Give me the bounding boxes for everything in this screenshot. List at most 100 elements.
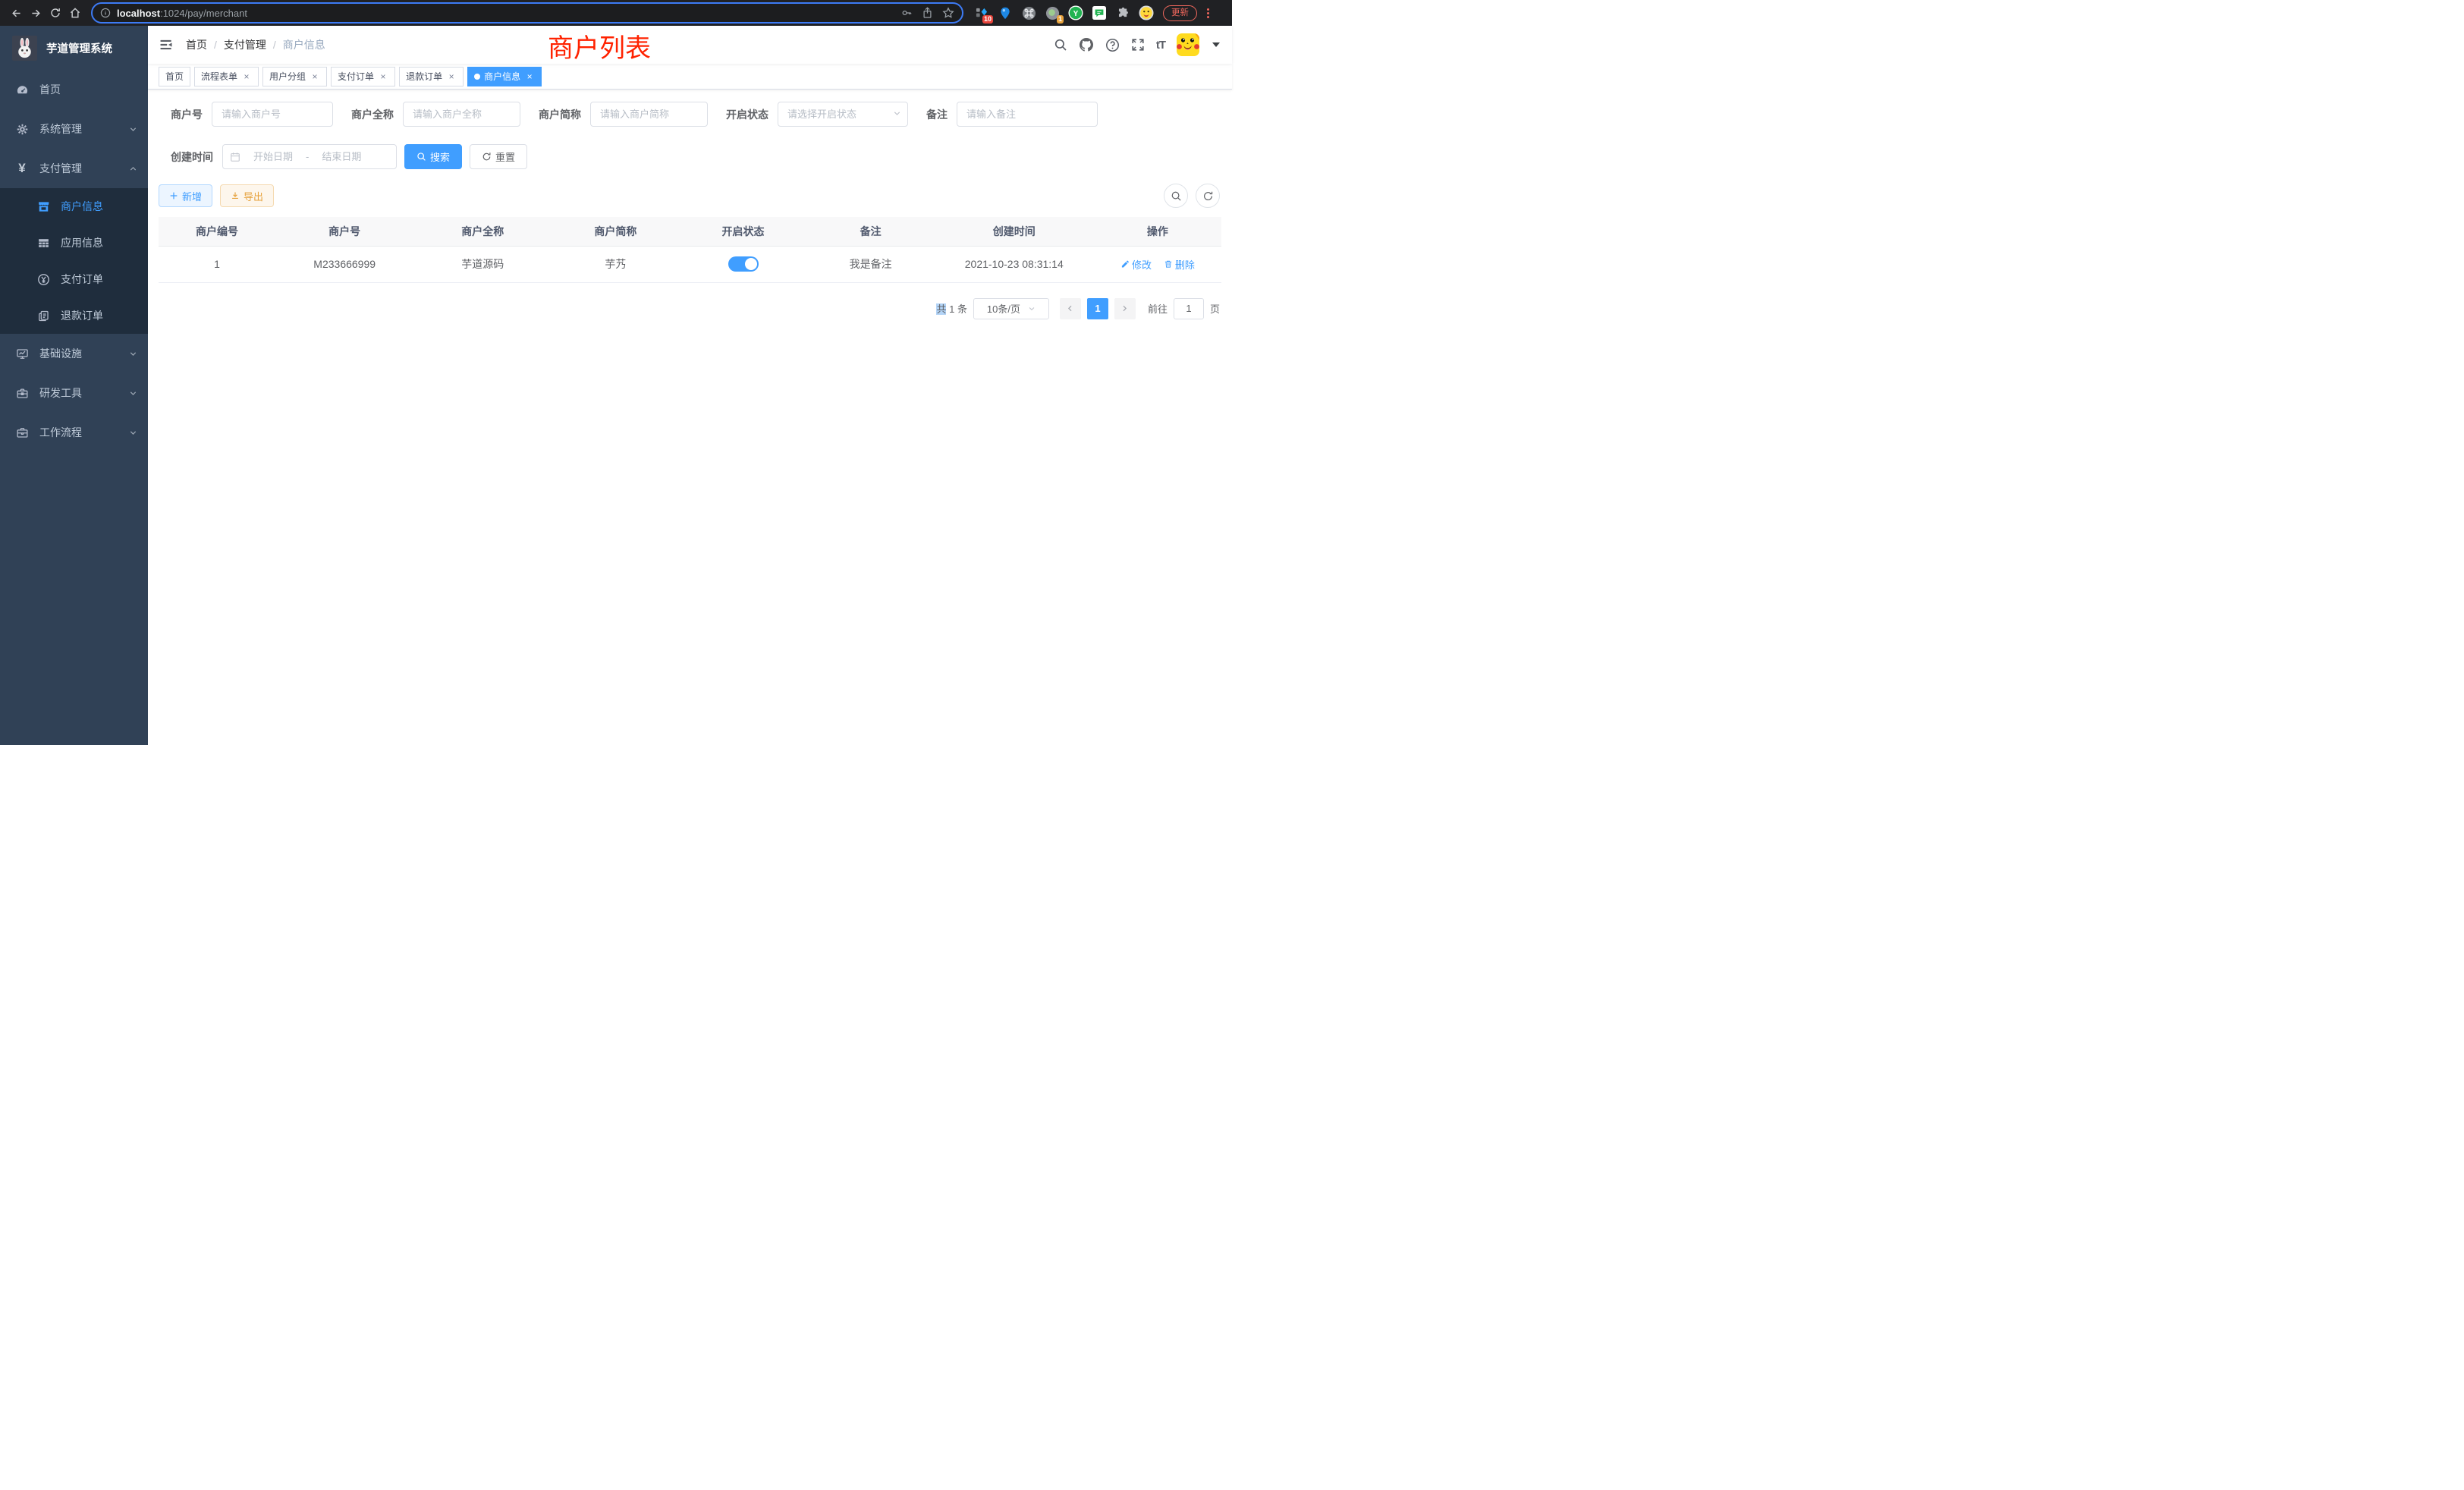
reset-button[interactable]: 重置 bbox=[470, 144, 527, 169]
avatar-caret-icon[interactable] bbox=[1212, 42, 1220, 47]
table-toolbar: 新增 导出 bbox=[159, 184, 1221, 208]
url-host: localhost bbox=[117, 8, 160, 19]
cell-remark: 我是备注 bbox=[807, 246, 935, 282]
dashboard-gauge-icon bbox=[15, 83, 29, 96]
sidebar-item-workflow[interactable]: 工作流程 bbox=[0, 413, 148, 452]
browser-extensions: 10 1 Y bbox=[974, 5, 1154, 20]
close-icon[interactable]: × bbox=[310, 71, 320, 82]
sidebar-item-app-info[interactable]: 应用信息 bbox=[0, 225, 148, 261]
tag-pay-order[interactable]: 支付订单× bbox=[331, 67, 395, 86]
extension-y-icon[interactable]: Y bbox=[1068, 5, 1083, 20]
show-search-toggle-button[interactable] bbox=[1164, 184, 1188, 208]
sidebar-collapse-icon[interactable] bbox=[159, 37, 174, 52]
tag-home[interactable]: 首页 bbox=[159, 67, 190, 86]
sidebar-item-refund-order[interactable]: 退款订单 bbox=[0, 297, 148, 334]
date-start-input[interactable] bbox=[244, 151, 303, 162]
url-path: :1024/pay/merchant bbox=[160, 8, 247, 19]
font-size-icon[interactable]: tT bbox=[1156, 39, 1165, 52]
briefcase-icon bbox=[15, 426, 29, 439]
prev-page-button[interactable] bbox=[1060, 298, 1081, 319]
tag-process-form[interactable]: 流程表单× bbox=[194, 67, 259, 86]
navbar-tools: tT bbox=[1054, 33, 1220, 56]
sidebar-item-system[interactable]: 系统管理 bbox=[0, 109, 148, 149]
tags-view-bar: 首页 流程表单× 用户分组× 支付订单× 退款订单× 商户信息× bbox=[148, 64, 1232, 90]
page-number-button[interactable]: 1 bbox=[1087, 298, 1108, 319]
sidebar-item-payment[interactable]: ¥ 支付管理 bbox=[0, 149, 148, 188]
svg-text:Y: Y bbox=[1073, 10, 1079, 18]
table-row: 1 M233666999 芋道源码 芋艿 我是备注 2021-10-23 08:… bbox=[159, 246, 1221, 282]
user-avatar[interactable] bbox=[1177, 33, 1199, 56]
search-icon bbox=[416, 152, 426, 162]
bookmark-star-icon[interactable] bbox=[942, 7, 954, 19]
page-size-select[interactable]: 10条/页 bbox=[973, 298, 1049, 319]
short-name-input[interactable] bbox=[590, 102, 708, 127]
extensions-puzzle-icon[interactable] bbox=[1115, 5, 1130, 20]
share-icon[interactable] bbox=[922, 7, 933, 19]
browser-reload-icon[interactable] bbox=[46, 3, 65, 23]
cell-short-name: 芋艿 bbox=[552, 246, 679, 282]
delete-button[interactable]: 删除 bbox=[1164, 257, 1195, 272]
col-short-name: 商户简称 bbox=[552, 217, 679, 246]
chevron-down-icon bbox=[129, 125, 137, 134]
tag-user-group[interactable]: 用户分组× bbox=[262, 67, 327, 86]
tag-refund-order[interactable]: 退款订单× bbox=[399, 67, 464, 86]
sidebar-item-label: 工作流程 bbox=[39, 425, 82, 440]
cell-status bbox=[679, 246, 806, 282]
sidebar-item-merchant-info[interactable]: 商户信息 bbox=[0, 188, 148, 225]
extension-command-icon[interactable] bbox=[1021, 5, 1036, 20]
browser-update-button[interactable]: 更新 bbox=[1163, 5, 1197, 21]
sidebar-item-home[interactable]: 首页 bbox=[0, 70, 148, 109]
sidebar-item-label: 支付管理 bbox=[39, 161, 82, 176]
sidebar-item-dev-tools[interactable]: 研发工具 bbox=[0, 373, 148, 413]
date-end-input[interactable] bbox=[312, 151, 371, 162]
edit-button[interactable]: 修改 bbox=[1120, 257, 1152, 272]
refresh-table-button[interactable] bbox=[1196, 184, 1220, 208]
sidebar-item-pay-order[interactable]: 支付订单 bbox=[0, 261, 148, 297]
grid-table-icon bbox=[36, 237, 50, 250]
status-select[interactable] bbox=[778, 102, 908, 127]
extension-blocks-icon[interactable]: 10 bbox=[974, 5, 989, 20]
profile-avatar-icon[interactable] bbox=[1139, 5, 1154, 20]
remark-label: 备注 bbox=[926, 107, 948, 122]
remark-input[interactable] bbox=[957, 102, 1098, 127]
header-search-icon[interactable] bbox=[1054, 38, 1067, 52]
breadcrumb-payment[interactable]: 支付管理 bbox=[224, 37, 266, 52]
goto-label: 前往 bbox=[1148, 301, 1168, 316]
extension-chat-icon[interactable] bbox=[1092, 5, 1107, 20]
browser-forward-icon[interactable] bbox=[26, 3, 46, 23]
export-button[interactable]: 导出 bbox=[220, 184, 274, 207]
goto-page-input[interactable] bbox=[1174, 298, 1204, 319]
sidebar-logo[interactable]: 芋道管理系统 bbox=[0, 26, 148, 70]
extension-pin-icon[interactable] bbox=[998, 5, 1013, 20]
trash-icon bbox=[1164, 259, 1173, 269]
page-info-icon[interactable] bbox=[100, 8, 111, 18]
full-name-input[interactable] bbox=[403, 102, 520, 127]
close-icon[interactable]: × bbox=[524, 71, 535, 82]
table-header-row: 商户编号 商户号 商户全称 商户简称 开启状态 备注 创建时间 操作 bbox=[159, 217, 1221, 246]
create-time-range-picker[interactable]: - bbox=[222, 144, 397, 169]
browser-menu-icon[interactable] bbox=[1203, 7, 1212, 20]
extension-recorder-icon[interactable]: 1 bbox=[1045, 5, 1060, 20]
fullscreen-icon[interactable] bbox=[1131, 38, 1145, 52]
close-icon[interactable]: × bbox=[446, 71, 457, 82]
close-icon[interactable]: × bbox=[241, 71, 252, 82]
sidebar-item-infrastructure[interactable]: 基础设施 bbox=[0, 334, 148, 373]
sidebar-item-label: 商户信息 bbox=[61, 199, 103, 214]
help-icon[interactable] bbox=[1105, 38, 1120, 52]
next-page-button[interactable] bbox=[1114, 298, 1136, 319]
status-toggle[interactable] bbox=[728, 256, 759, 272]
merchant-no-label: 商户号 bbox=[171, 107, 203, 122]
close-icon[interactable]: × bbox=[378, 71, 388, 82]
breadcrumb-home[interactable]: 首页 bbox=[186, 37, 207, 52]
merchant-no-input[interactable] bbox=[212, 102, 333, 127]
col-remark: 备注 bbox=[807, 217, 935, 246]
browser-home-icon[interactable] bbox=[65, 3, 85, 23]
add-button[interactable]: 新增 bbox=[159, 184, 212, 207]
browser-back-icon[interactable] bbox=[6, 3, 26, 23]
github-icon[interactable] bbox=[1079, 37, 1094, 52]
url-bar[interactable]: localhost:1024/pay/merchant bbox=[91, 2, 963, 24]
search-button[interactable]: 搜索 bbox=[404, 144, 462, 169]
tag-merchant-info[interactable]: 商户信息× bbox=[467, 67, 542, 86]
toolbox-icon bbox=[15, 387, 29, 400]
password-key-icon[interactable] bbox=[900, 7, 913, 19]
